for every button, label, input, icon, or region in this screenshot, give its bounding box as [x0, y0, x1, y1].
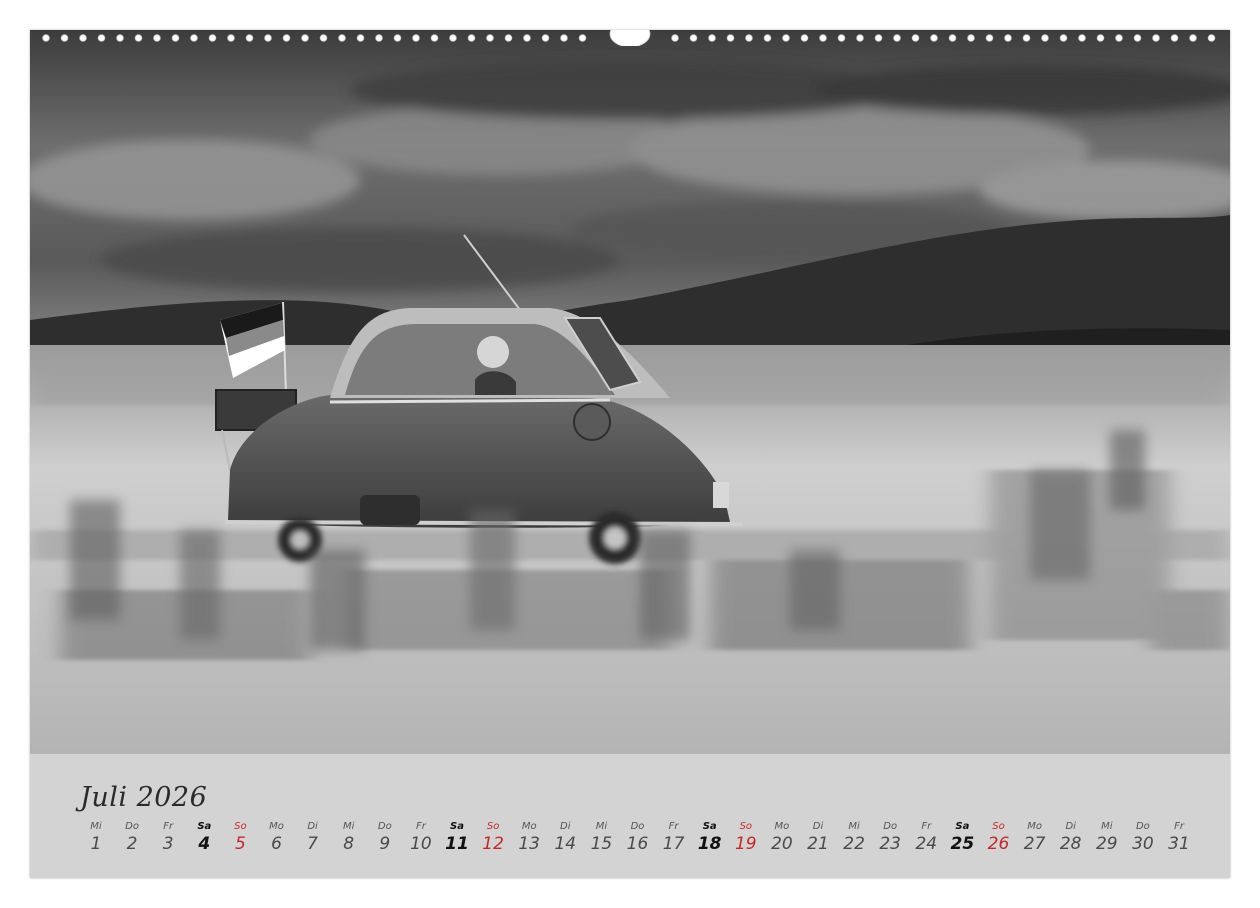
calendar-day: Mi 22	[836, 820, 872, 855]
weekday-label: So	[234, 821, 247, 832]
day-number: 17	[662, 834, 685, 854]
weekday-label: So	[739, 821, 753, 832]
weekday-label: Sa	[955, 821, 970, 832]
calendar-day: Do 2	[114, 820, 150, 855]
weekday-label: Mi	[848, 821, 860, 832]
day-number: 29	[1095, 834, 1118, 854]
day-number: 12	[482, 834, 504, 854]
weekday-label: Di	[812, 821, 824, 832]
calendar-day: Sa 25	[944, 820, 980, 855]
calendar-day: So 5	[222, 820, 258, 855]
day-number: 15	[590, 834, 613, 854]
calendar-day: Fr 24	[908, 820, 944, 855]
day-number: 18	[697, 834, 722, 854]
calendar-day: Di 7	[295, 820, 331, 855]
weekday-label: Di	[560, 821, 571, 832]
calendar-day: Do 23	[872, 820, 908, 855]
calendar-day: Di 14	[547, 820, 583, 855]
monthly-photo	[30, 30, 1230, 754]
weekday-label: Fr	[1174, 821, 1184, 832]
day-number: 11	[445, 834, 469, 854]
day-number: 8	[343, 834, 355, 854]
day-number: 14	[554, 834, 577, 854]
calendar-day: Do 9	[367, 820, 403, 855]
calendar-day: Mo 6	[259, 820, 295, 855]
day-number: 26	[987, 834, 1010, 854]
day-number: 25	[950, 834, 975, 854]
day-number: 10	[410, 834, 432, 854]
day-number: 3	[162, 834, 174, 854]
weekday-label: Sa	[702, 821, 717, 832]
weekday-label: Do	[630, 821, 645, 832]
day-number: 22	[843, 834, 865, 854]
weekday-label: So	[486, 821, 500, 832]
calendar-day: Fr 3	[150, 820, 186, 855]
weekday-label: Sa	[197, 821, 212, 832]
weekday-label: Fr	[921, 821, 932, 832]
calendar-day: Do 16	[620, 820, 656, 855]
calendar-day: Mi 29	[1089, 820, 1125, 855]
calendar-day: Mo 27	[1017, 820, 1053, 855]
day-number: 24	[915, 834, 938, 854]
calendar-page: Juli 2026 Mi 1 Do 2 Fr 3 Sa 4 So 5 Mo 6 Di 7 Mi 8 Do 9 Fr 1…	[30, 30, 1230, 878]
calendar-grid: Juli 2026 Mi 1 Do 2 Fr 3 Sa 4 So 5 Mo 6 Di 7 Mi 8 Do 9 Fr 1…	[30, 754, 1230, 878]
bubble-car-photo	[30, 30, 1230, 754]
weekday-label: Di	[1065, 821, 1076, 832]
weekday-label: Fr	[415, 821, 426, 832]
calendar-day: So 12	[475, 820, 511, 855]
calendar-day: Di 21	[800, 820, 836, 855]
weekday-label: Mi	[342, 821, 355, 832]
calendar-day: Mo 20	[764, 820, 800, 855]
weekday-label: Fr	[668, 821, 679, 832]
calendar-day: Mi 1	[78, 820, 114, 855]
day-number: 20	[771, 834, 793, 854]
calendar-day: Sa 4	[186, 820, 222, 855]
weekday-label: Sa	[450, 821, 464, 832]
day-number: 30	[1132, 834, 1154, 854]
day-number: 6	[271, 834, 282, 854]
weekday-label: Mo	[774, 821, 790, 832]
weekday-label: Do	[1135, 821, 1150, 832]
calendar-day: Do 30	[1125, 820, 1161, 855]
weekday-label: Do	[377, 821, 392, 832]
weekday-label: Mi	[595, 821, 608, 832]
day-number: 28	[1059, 834, 1082, 854]
weekday-label: Mo	[1027, 821, 1042, 832]
weekday-label: Do	[125, 821, 139, 832]
day-number: 13	[518, 834, 540, 854]
day-number: 23	[879, 834, 901, 854]
day-number: 5	[234, 834, 246, 854]
month-title: Juli 2026	[80, 782, 208, 813]
weekday-label: Fr	[163, 821, 174, 832]
day-number: 16	[626, 834, 649, 854]
day-number: 2	[126, 834, 138, 854]
calendar-day: Mi 15	[583, 820, 619, 855]
calendar-day: Mi 8	[331, 820, 367, 855]
calendar-day: Fr 17	[656, 820, 692, 855]
calendar-day: Fr 10	[403, 820, 439, 855]
calendar-day: Sa 11	[439, 820, 475, 855]
weekday-label: Mi	[90, 821, 102, 832]
day-number: 27	[1023, 834, 1046, 854]
weekday-label: So	[992, 821, 1005, 832]
calendar-day: Fr 31	[1161, 820, 1197, 855]
calendar-day: Mo 13	[511, 820, 547, 855]
day-number: 4	[198, 834, 211, 854]
weekday-label: Mi	[1101, 821, 1113, 832]
weekday-label: Mo	[269, 821, 284, 832]
calendar-day: Di 28	[1053, 820, 1089, 855]
weekday-label: Mo	[521, 821, 537, 832]
weekday-label: Do	[883, 821, 898, 832]
day-number: 21	[807, 834, 829, 854]
day-number: 19	[734, 834, 757, 854]
day-number: 31	[1168, 834, 1190, 854]
day-number: 7	[307, 834, 318, 854]
day-number: 9	[379, 834, 391, 854]
calendar-day: So 19	[728, 820, 764, 855]
calendar-day: Sa 18	[692, 820, 728, 855]
day-number: 1	[90, 834, 102, 854]
weekday-label: Di	[307, 821, 318, 832]
calendar-day: So 26	[981, 820, 1017, 855]
